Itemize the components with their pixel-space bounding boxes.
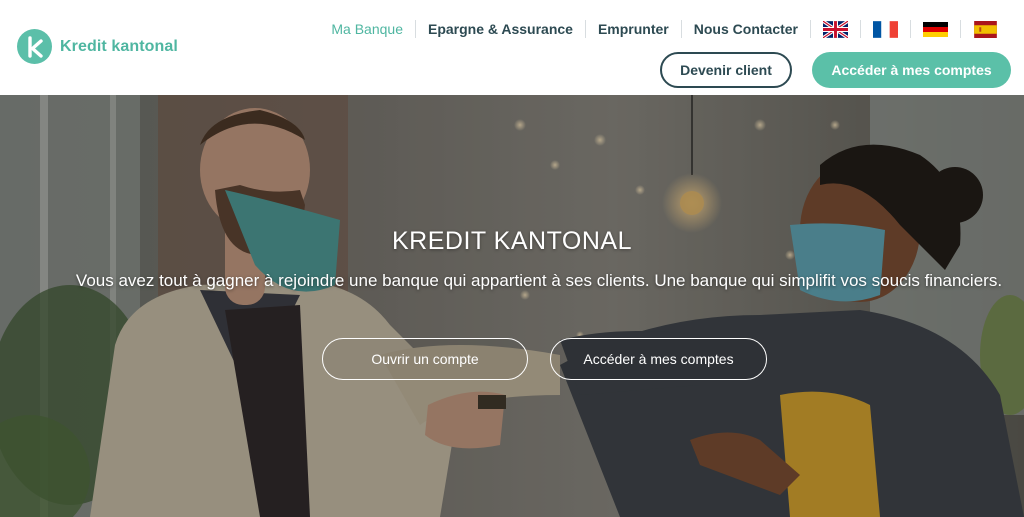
logo-text: Kredit kantonal xyxy=(60,37,178,55)
language-german[interactable] xyxy=(911,20,961,38)
hero-subtitle: Vous avez tout à gagner à rejoindre une … xyxy=(75,271,1003,290)
open-account-button[interactable]: Ouvrir un compte xyxy=(322,338,528,380)
nav-item-epargne-assurance[interactable]: Epargne & Assurance xyxy=(416,20,586,38)
language-spanish[interactable] xyxy=(961,20,1024,38)
main-nav: Ma Banque Epargne & Assurance Emprunter … xyxy=(331,18,1024,40)
hero-access-accounts-button[interactable]: Accéder à mes comptes xyxy=(550,338,767,380)
hero-dark-overlay xyxy=(0,95,1024,517)
nav-item-ma-banque[interactable]: Ma Banque xyxy=(331,20,416,38)
spain-flag-icon xyxy=(974,20,997,38)
hero-banner: KREDIT KANTONAL Vous avez tout à gagner … xyxy=(0,95,1024,517)
uk-flag-icon xyxy=(823,20,848,38)
language-english[interactable] xyxy=(811,20,861,38)
hero-title: KREDIT KANTONAL xyxy=(392,227,632,255)
logo[interactable]: Kredit kantonal xyxy=(17,29,178,64)
access-accounts-button[interactable]: Accéder à mes comptes xyxy=(812,52,1011,88)
language-french[interactable] xyxy=(861,20,911,38)
nav-item-emprunter[interactable]: Emprunter xyxy=(586,20,682,38)
become-client-button[interactable]: Devenir client xyxy=(660,52,792,88)
site-header: Kredit kantonal Ma Banque Epargne & Assu… xyxy=(0,0,1024,95)
germany-flag-icon xyxy=(923,21,948,37)
france-flag-icon xyxy=(873,20,898,38)
language-selector xyxy=(811,20,1024,38)
nav-item-nous-contacter[interactable]: Nous Contacter xyxy=(682,20,811,38)
logo-k-icon xyxy=(17,29,52,64)
